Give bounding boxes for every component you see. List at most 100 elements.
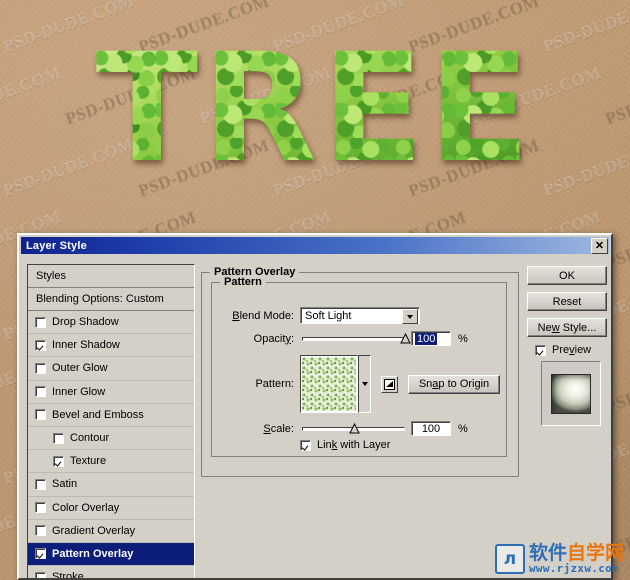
style-effect-row[interactable]: Color Overlay <box>28 496 194 520</box>
blend-mode-label: Blend Mode: <box>232 309 294 322</box>
opacity-value: 100 <box>415 332 438 345</box>
headline-artwork: TREE <box>0 6 630 211</box>
blend-mode-row: Blend Mode: Soft Light <box>226 307 498 324</box>
opacity-row: Opacity: 100 % <box>226 331 502 346</box>
style-effect-row[interactable]: Stroke <box>28 566 194 580</box>
style-effect-row[interactable]: Texture <box>28 450 194 474</box>
blending-options-row[interactable]: Blending Options: Custom <box>28 288 194 311</box>
effect-label: Contour <box>70 432 110 445</box>
effect-label: Drop Shadow <box>52 316 119 329</box>
style-effect-row[interactable]: Pattern Overlay <box>28 542 194 567</box>
effect-label: Satin <box>52 478 78 491</box>
headline-text: TREE <box>95 21 535 196</box>
style-effect-row[interactable]: Inner Shadow <box>28 334 194 358</box>
dialog-title: Layer Style <box>26 239 87 252</box>
effect-checkbox[interactable] <box>35 478 46 490</box>
new-style-label: New Style... <box>537 321 597 334</box>
new-preset-icon[interactable] <box>381 375 398 393</box>
opacity-label: Opacity: <box>253 332 294 345</box>
scale-input[interactable]: 100 <box>411 421 451 436</box>
effect-checkbox[interactable] <box>35 339 46 351</box>
close-icon[interactable]: ✕ <box>591 238 608 254</box>
effect-label: Pattern Overlay <box>52 547 134 560</box>
logo-url: www.rjzxw.com <box>528 562 619 575</box>
style-effect-row[interactable]: Satin <box>28 473 194 497</box>
pattern-overlay-panel: Pattern Overlay Pattern Blend Mode: Soft… <box>201 264 519 484</box>
site-logo: л 软件自学网 www.rjzxw.com <box>494 544 624 575</box>
pattern-group: Pattern Blend Mode: Soft Light Opacity: <box>211 276 507 457</box>
opacity-unit: % <box>458 332 468 345</box>
pattern-picker-chevron-icon[interactable] <box>358 355 371 413</box>
scale-slider[interactable] <box>302 422 405 436</box>
style-effect-row[interactable]: Gradient Overlay <box>28 519 194 543</box>
new-style-button[interactable]: New Style... <box>527 318 607 337</box>
effect-checkbox[interactable] <box>35 362 46 374</box>
opacity-input[interactable]: 100 <box>411 331 451 346</box>
snap-to-origin-label: Snap to Origin <box>418 378 490 390</box>
link-with-layer-label: Link with Layer <box>317 439 391 451</box>
opacity-slider[interactable] <box>302 332 411 346</box>
dialog-body: Styles Blending Options: Custom Drop Sha… <box>19 254 611 580</box>
link-with-layer-row[interactable]: Link with Layer <box>300 439 390 451</box>
style-effect-rows: Drop Shadow Inner Shadow Outer Glow Inner G… <box>28 311 194 580</box>
scale-value: 100 <box>421 422 441 435</box>
effect-checkbox[interactable] <box>53 432 64 444</box>
effect-checkbox[interactable] <box>53 455 64 467</box>
effect-checkbox[interactable] <box>35 386 46 398</box>
effect-checkbox[interactable] <box>35 502 46 514</box>
effect-label: Outer Glow <box>52 362 108 375</box>
effect-label: Color Overlay <box>52 501 120 514</box>
dialog-actions: OK Reset New Style... Preview <box>527 266 607 426</box>
effect-checkbox[interactable] <box>35 571 46 578</box>
snap-to-origin-button[interactable]: Snap to Origin <box>408 374 500 394</box>
scale-slider-thumb[interactable] <box>348 422 360 434</box>
blend-mode-value: Soft Light <box>305 309 352 322</box>
effect-label: Inner Glow <box>52 385 106 398</box>
logo-mark-icon: л <box>494 544 525 574</box>
blending-options-label: Blending Options: Custom <box>36 293 164 305</box>
style-effect-row[interactable]: Bevel and Emboss <box>28 403 194 427</box>
blend-mode-select[interactable]: Soft Light <box>300 307 420 324</box>
layer-style-dialog: Layer Style ✕ Styles Blending Options: C… <box>17 233 613 580</box>
pattern-row: Pattern: Snap to Origin <box>226 355 500 413</box>
logo-cn-orange: 自学网 <box>566 542 624 564</box>
style-effect-row[interactable]: Contour <box>28 426 194 451</box>
effect-label: Gradient Overlay <box>52 524 136 537</box>
logo-cn-blue: 软件 <box>528 542 567 564</box>
preview-thumbnail-box <box>541 361 601 426</box>
style-effect-row[interactable]: Inner Glow <box>28 380 194 404</box>
scale-unit: % <box>458 422 468 435</box>
scale-label: Scale: <box>263 422 294 435</box>
pattern-label: Pattern: <box>255 378 294 390</box>
logo-words: 软件自学网 www.rjzxw.com <box>528 544 624 575</box>
opacity-slider-thumb[interactable] <box>400 332 411 344</box>
preview-row[interactable]: Preview <box>535 344 607 356</box>
pattern-swatch[interactable] <box>300 355 358 413</box>
style-effect-row[interactable]: Outer Glow <box>28 357 194 381</box>
styles-list-header[interactable]: Styles <box>28 265 194 288</box>
pattern-group-title: Pattern <box>220 276 266 288</box>
effect-checkbox[interactable] <box>35 525 46 537</box>
preview-thumbnail <box>551 373 591 414</box>
style-effect-row[interactable]: Drop Shadow <box>28 311 194 335</box>
preview-label: Preview <box>552 344 592 356</box>
effect-checkbox[interactable] <box>35 548 46 560</box>
opacity-slider-track <box>302 336 405 341</box>
effect-label: Bevel and Emboss <box>52 408 144 421</box>
effect-label: Texture <box>70 455 107 468</box>
preview-checkbox[interactable] <box>535 344 546 356</box>
chevron-down-icon[interactable] <box>402 309 418 324</box>
effect-checkbox[interactable] <box>35 409 46 421</box>
pattern-picker[interactable] <box>300 355 371 413</box>
logo-chinese: 软件自学网 <box>529 544 624 563</box>
effect-label: Inner Shadow <box>52 339 120 352</box>
link-with-layer-checkbox[interactable] <box>300 439 311 451</box>
effect-checkbox[interactable] <box>35 316 46 328</box>
effect-label: Stroke <box>52 571 84 580</box>
dialog-titlebar[interactable]: Layer Style ✕ <box>21 237 609 254</box>
ok-button[interactable]: OK <box>527 266 607 285</box>
reset-button[interactable]: Reset <box>527 292 607 311</box>
styles-list: Styles Blending Options: Custom Drop Sha… <box>27 264 195 580</box>
styles-label: Styles <box>36 270 66 282</box>
scale-row: Scale: 100 % <box>226 421 502 436</box>
